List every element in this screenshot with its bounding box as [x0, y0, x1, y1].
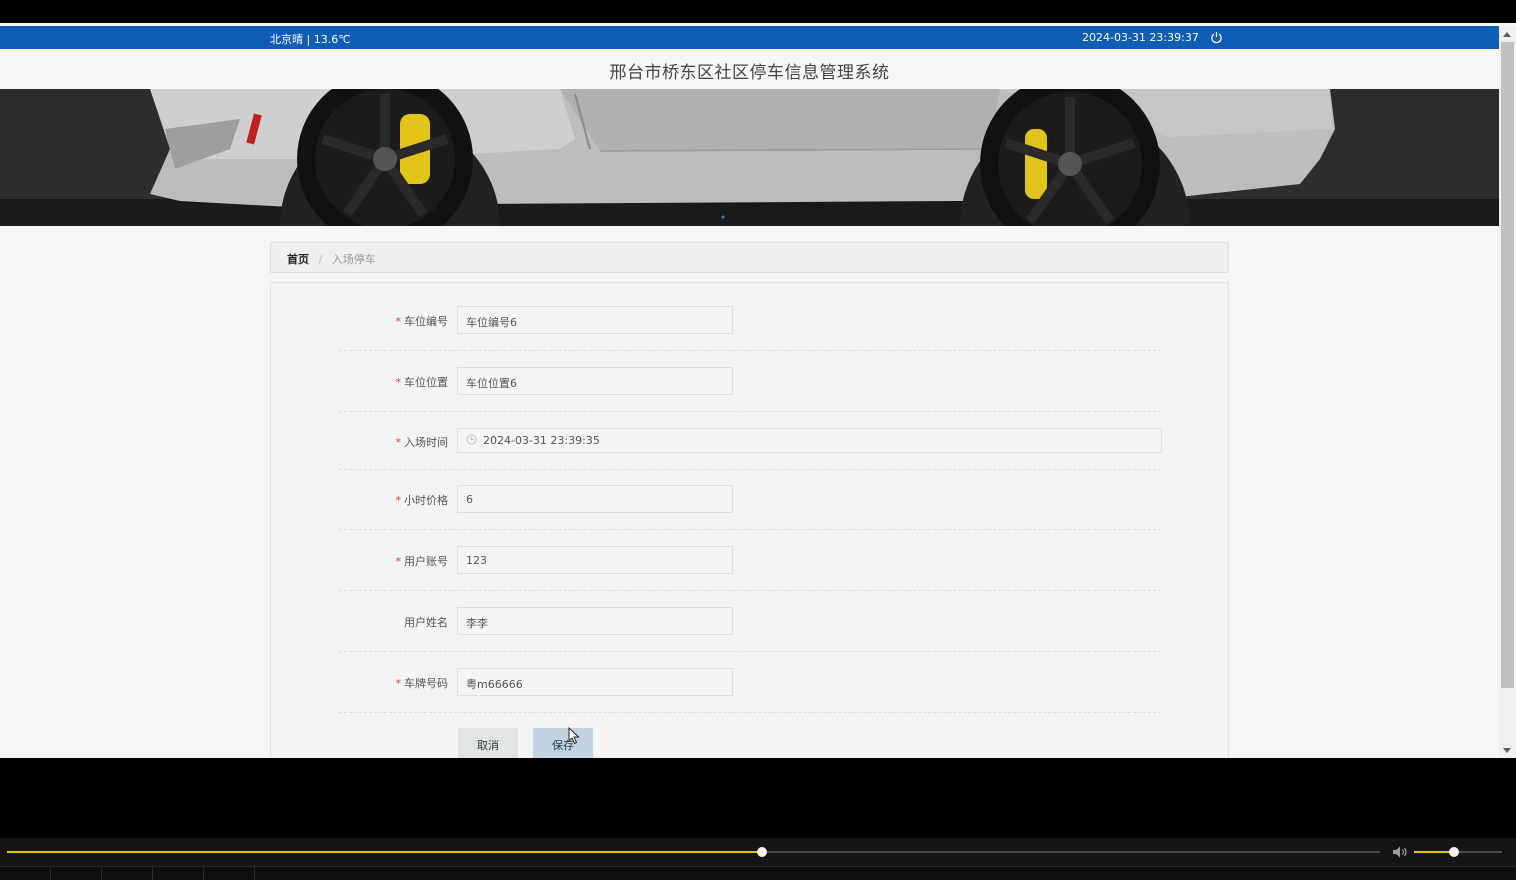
weather-text: 北京晴 | 13.6℃ [270, 33, 351, 46]
player-control-strip [0, 866, 1516, 880]
browser-viewport: 北京晴 | 13.6℃ 2024-03-31 23:39:37 邢台市桥东区社区… [0, 23, 1516, 758]
parking-entry-form: * 车位编号 车位编号6 * 车位位置 车位位置6 * 入场时间 2024-03-31… [270, 282, 1229, 758]
space-number-input[interactable]: 车位编号6 [457, 306, 733, 334]
cancel-button[interactable]: 取消 [458, 728, 518, 758]
space-location-label: * 车位位置 [395, 376, 449, 389]
breadcrumb-home-link[interactable]: 首页 [287, 253, 309, 266]
user-account-label: * 用户账号 [395, 555, 449, 568]
form-row-hourly-price: * 小时价格 6 [339, 484, 1161, 530]
form-row-user-account: * 用户账号 123 [339, 545, 1161, 591]
form-row-entry-time: * 入场时间 2024-03-31 23:39:35 [339, 427, 1162, 470]
clock-icon [466, 434, 477, 445]
car-banner-image [0, 89, 1499, 226]
player-control-button[interactable] [204, 867, 255, 880]
entry-time-picker[interactable]: 2024-03-31 23:39:35 [457, 428, 1162, 453]
datetime-text: 2024-03-31 23:39:37 [1082, 31, 1199, 44]
hourly-price-input[interactable]: 6 [457, 485, 733, 513]
form-row-space-location: * 车位位置 车位位置6 [339, 366, 1161, 412]
video-player-controls [0, 838, 1516, 880]
form-row-plate-number: * 车牌号码 粤m66666 [339, 667, 1161, 713]
mouse-cursor-icon [568, 727, 580, 745]
volume-handle[interactable] [1448, 847, 1459, 857]
player-control-button[interactable] [0, 867, 51, 880]
seek-handle[interactable] [757, 847, 768, 857]
space-location-input[interactable]: 车位位置6 [457, 367, 733, 395]
title-bar: 邢台市桥东区社区停车信息管理系统 [0, 49, 1499, 89]
player-control-button[interactable] [153, 867, 204, 880]
volume-level [1414, 851, 1454, 853]
breadcrumb-separator: / [318, 253, 323, 266]
page-title: 邢台市桥东区社区停车信息管理系统 [609, 63, 890, 83]
user-account-input[interactable]: 123 [457, 546, 733, 574]
space-number-label: * 车位编号 [395, 315, 449, 328]
breadcrumb: 首页 / 入场停车 [270, 242, 1229, 273]
seek-progress [7, 851, 763, 853]
entry-time-value: 2024-03-31 23:39:35 [483, 434, 600, 447]
scroll-down-arrow-icon[interactable] [1503, 748, 1511, 753]
save-button[interactable]: 保存 [533, 728, 593, 758]
form-row-user-name: 用户姓名 李李 [339, 606, 1161, 652]
hourly-price-label: * 小时价格 [395, 494, 449, 507]
player-control-button[interactable] [51, 867, 102, 880]
scrollbar-thumb[interactable] [1501, 42, 1514, 688]
power-icon[interactable] [1210, 31, 1223, 44]
form-row-space-number: * 车位编号 车位编号6 [339, 305, 1161, 351]
top-status-bar: 北京晴 | 13.6℃ 2024-03-31 23:39:37 [0, 26, 1499, 49]
player-control-button[interactable] [102, 867, 153, 880]
plate-number-input[interactable]: 粤m66666 [457, 668, 733, 696]
entry-time-label: * 入场时间 [395, 436, 449, 449]
user-name-input[interactable]: 李李 [457, 607, 733, 635]
plate-number-label: * 车牌号码 [395, 677, 449, 690]
scroll-up-arrow-icon[interactable] [1503, 32, 1511, 37]
breadcrumb-current: 入场停车 [331, 253, 376, 266]
user-name-label: 用户姓名 [404, 616, 448, 629]
volume-icon[interactable] [1392, 845, 1408, 859]
